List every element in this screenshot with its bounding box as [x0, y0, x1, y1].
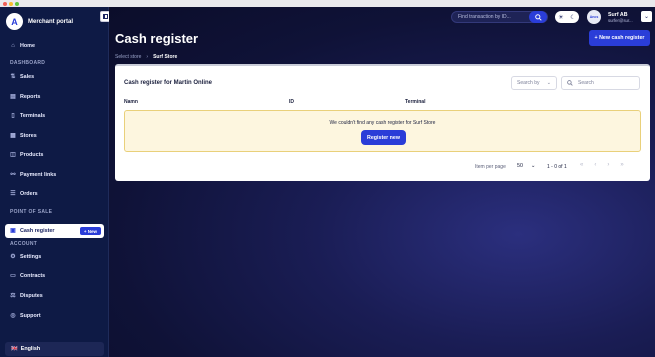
- sidebar-item-reports[interactable]: ▤ Reports: [10, 94, 40, 100]
- sidebar-item-label: Cash register: [20, 228, 55, 234]
- sidebar-item-disputes[interactable]: ⚖ Disputes: [10, 293, 43, 299]
- window-titlebar: [0, 0, 655, 7]
- search-by-label: Search by: [517, 80, 540, 86]
- breadcrumb-select-store[interactable]: Select store: [115, 54, 141, 60]
- chevron-down-icon: ⌄: [643, 14, 650, 20]
- search-by-select[interactable]: Search by ⌄: [511, 76, 557, 90]
- chevron-down-icon: ⌄: [546, 80, 551, 86]
- column-header-name[interactable]: Namn: [124, 99, 138, 105]
- items-per-page-label: Item per page: [475, 164, 506, 170]
- user-email: surfer@sur...: [608, 18, 633, 23]
- sidebar-item-products[interactable]: ◫ Products: [10, 152, 43, 158]
- reports-icon: ▤: [10, 94, 16, 100]
- last-page-icon[interactable]: »: [620, 162, 623, 168]
- terminal-icon: ▯: [11, 113, 15, 119]
- sales-icon: ⇅: [10, 74, 16, 80]
- avatar[interactable]: Ancs: [587, 10, 601, 24]
- cash-register-card: Cash register for Martin Online Search b…: [115, 64, 650, 181]
- home-icon: ⌂: [11, 43, 15, 49]
- empty-state-message: We couldn't find any cash register for S…: [329, 120, 436, 126]
- section-point-of-sale: POINT OF SALE: [10, 209, 53, 215]
- empty-state: We couldn't find any cash register for S…: [124, 110, 641, 152]
- orders-icon: ☰: [10, 191, 16, 197]
- breadcrumb: Select store › Surf Store: [115, 54, 177, 60]
- brand[interactable]: A Merchant portal: [6, 13, 73, 30]
- first-page-icon[interactable]: «: [580, 162, 583, 168]
- next-page-icon[interactable]: ›: [607, 162, 609, 168]
- page-title: Cash register: [115, 31, 199, 46]
- sidebar-item-label: Orders: [20, 191, 38, 197]
- sidebar-item-support[interactable]: ◎ Support: [10, 313, 41, 319]
- sidebar-item-label: Disputes: [20, 293, 43, 299]
- search-icon: [534, 13, 542, 21]
- sidebar-item-contracts[interactable]: ▭ Contracts: [10, 273, 45, 279]
- items-per-page-value: 50: [517, 163, 523, 169]
- sidebar-item-terminals[interactable]: ▯ Terminals: [10, 113, 45, 119]
- sidebar-item-orders[interactable]: ☰ Orders: [10, 191, 38, 197]
- card-title: Cash register for Martin Online: [124, 80, 213, 86]
- sun-icon: ☀: [558, 14, 564, 21]
- main-content: Find transaction by ID... ☀ ☾ Ancs Surf …: [109, 7, 655, 357]
- store-icon: ▦: [10, 133, 16, 139]
- breadcrumb-current: Surf Store: [153, 54, 178, 60]
- new-cash-register-button[interactable]: + New cash register: [589, 30, 650, 46]
- sidebar-item-label: Products: [20, 152, 44, 158]
- sidebar-item-label: Contracts: [20, 273, 46, 279]
- sidebar-item-payment-links[interactable]: ⚯ Payment links: [10, 172, 56, 178]
- card-search-input[interactable]: Search: [561, 76, 640, 90]
- theme-toggle[interactable]: ☀ ☾: [555, 11, 579, 23]
- sidebar-item-sales[interactable]: ⇅ Sales: [10, 74, 34, 80]
- sidebar-item-label: Payment links: [20, 172, 57, 178]
- pagination-range: 1 - 0 of 1: [547, 164, 567, 170]
- sidebar-item-label: Home: [20, 43, 35, 49]
- column-header-id[interactable]: ID: [289, 99, 294, 105]
- gear-icon: ⚙: [10, 254, 16, 260]
- breadcrumb-separator-icon: ›: [146, 54, 149, 60]
- sidebar-item-label: Reports: [20, 94, 41, 100]
- sidebar-item-label: Terminals: [20, 113, 46, 119]
- pagination-controls: « ‹ › »: [580, 162, 624, 168]
- minimize-window-dot[interactable]: [9, 1, 13, 6]
- sidebar-item-label: Support: [20, 313, 41, 319]
- search-placeholder: Search: [578, 80, 594, 86]
- items-per-page-select[interactable]: 50 ⌄: [517, 163, 535, 169]
- maximize-window-dot[interactable]: [15, 1, 19, 6]
- section-dashboard: DASHBOARD: [10, 60, 46, 66]
- sidebar-item-label: Stores: [20, 133, 37, 139]
- sidebar-item-label: Sales: [20, 74, 35, 80]
- user-menu-button[interactable]: ⌄: [641, 11, 652, 22]
- moon-icon: ☾: [570, 14, 576, 21]
- search-icon: [567, 80, 573, 86]
- flag-icon: 🇬🇧: [11, 346, 18, 352]
- section-account: ACCOUNT: [10, 241, 38, 247]
- products-icon: ◫: [10, 152, 16, 158]
- cash-register-icon: ▣: [10, 228, 16, 234]
- logo-icon: A: [6, 13, 23, 30]
- sidebar-item-label: Settings: [20, 254, 42, 260]
- brand-name: Merchant portal: [28, 18, 74, 25]
- chevron-down-icon: ⌄: [530, 163, 536, 169]
- register-new-button[interactable]: Register new: [361, 130, 406, 145]
- document-icon: ▭: [10, 273, 16, 279]
- sidebar: A Merchant portal ⌂ Home DASHBOARD ⇅ Sal…: [0, 7, 109, 357]
- search-button[interactable]: [529, 11, 547, 23]
- sidebar-item-home[interactable]: ⌂ Home: [10, 43, 35, 49]
- sidebar-item-cash-register[interactable]: ▣ Cash register + New: [5, 224, 104, 238]
- language-label: English: [20, 346, 41, 352]
- link-icon: ⚯: [10, 172, 16, 178]
- dispute-icon: ⚖: [10, 293, 16, 299]
- support-icon: ◎: [10, 313, 16, 319]
- sidebar-item-settings[interactable]: ⚙ Settings: [10, 254, 41, 260]
- sidebar-item-stores[interactable]: ▦ Stores: [10, 133, 37, 139]
- column-header-terminal[interactable]: Terminal: [405, 99, 425, 105]
- language-selector[interactable]: 🇬🇧 English: [5, 342, 104, 356]
- close-window-dot[interactable]: [3, 1, 7, 6]
- new-badge: + New: [79, 227, 101, 235]
- sidebar-toggle-icon: [103, 14, 108, 19]
- previous-page-icon[interactable]: ‹: [594, 162, 596, 168]
